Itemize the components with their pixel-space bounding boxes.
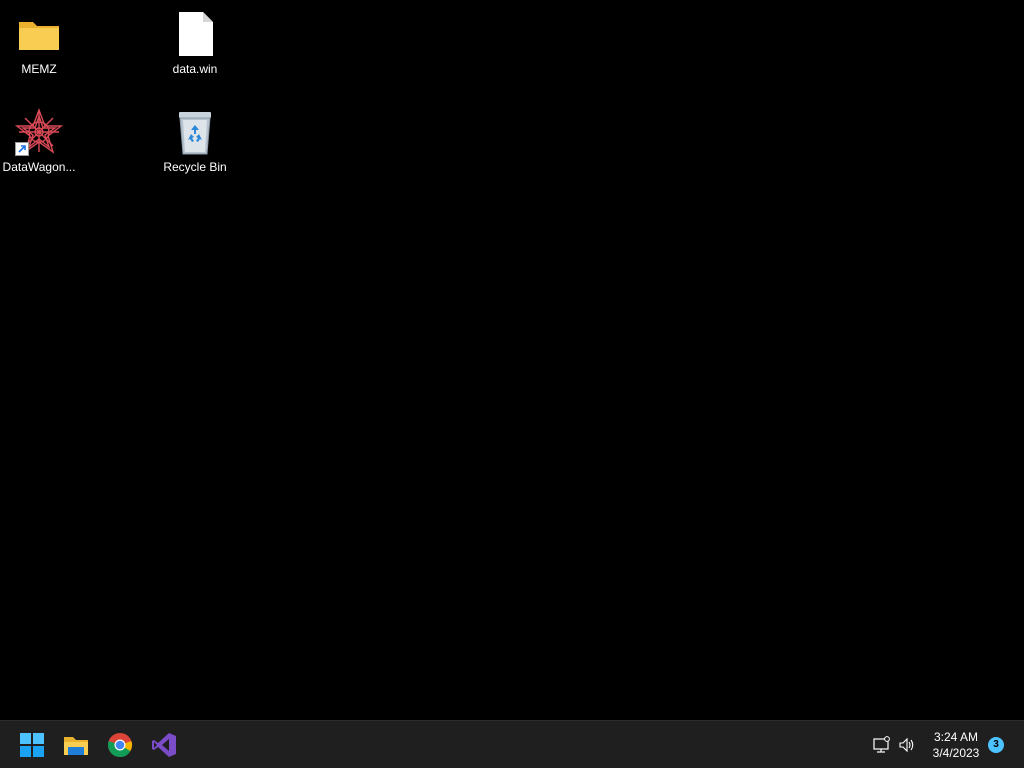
file-explorer-icon: [64, 737, 88, 755]
volume-icon[interactable]: [897, 735, 917, 755]
shortcut-arrow-icon: [15, 142, 29, 156]
system-clock[interactable]: 3:24 AM 3/4/2023: [922, 727, 990, 763]
desktop-icon-label: data.win: [172, 62, 218, 76]
recycle-bin-icon: [171, 108, 219, 156]
app-shortcut-icon: [14, 108, 64, 156]
desktop-icon-memz[interactable]: MEMZ: [0, 6, 78, 92]
file-icon: [171, 10, 219, 58]
desktop-icon-label: MEMZ: [21, 62, 57, 76]
visual-studio-button[interactable]: [144, 725, 184, 765]
taskbar[interactable]: 3:24 AM 3/4/2023 3: [0, 720, 1024, 768]
network-icon[interactable]: [872, 735, 892, 755]
clock-date: 3/4/2023: [932, 746, 980, 760]
clock-time: 3:24 AM: [933, 730, 979, 744]
notification-badge[interactable]: 3: [988, 737, 1004, 753]
desktop-icon-recycle-bin[interactable]: Recycle Bin: [156, 104, 234, 190]
desktop-icon-datawagon[interactable]: DataWagon...: [0, 104, 78, 190]
file-explorer-button[interactable]: [56, 725, 96, 765]
desktop-icon-label: Recycle Bin: [163, 160, 227, 174]
desktop-icon-data-win[interactable]: data.win: [156, 6, 234, 92]
desktop[interactable]: MEMZ data.win DataWagon... Recycle Bin: [0, 0, 1024, 720]
visual-studio-icon: [152, 733, 176, 757]
folder-icon: [15, 10, 63, 58]
desktop-icon-label: DataWagon...: [2, 160, 76, 174]
chrome-button[interactable]: [100, 725, 140, 765]
start-button[interactable]: [12, 725, 52, 765]
chrome-icon: [107, 733, 133, 757]
windows-start-icon: [20, 733, 44, 757]
